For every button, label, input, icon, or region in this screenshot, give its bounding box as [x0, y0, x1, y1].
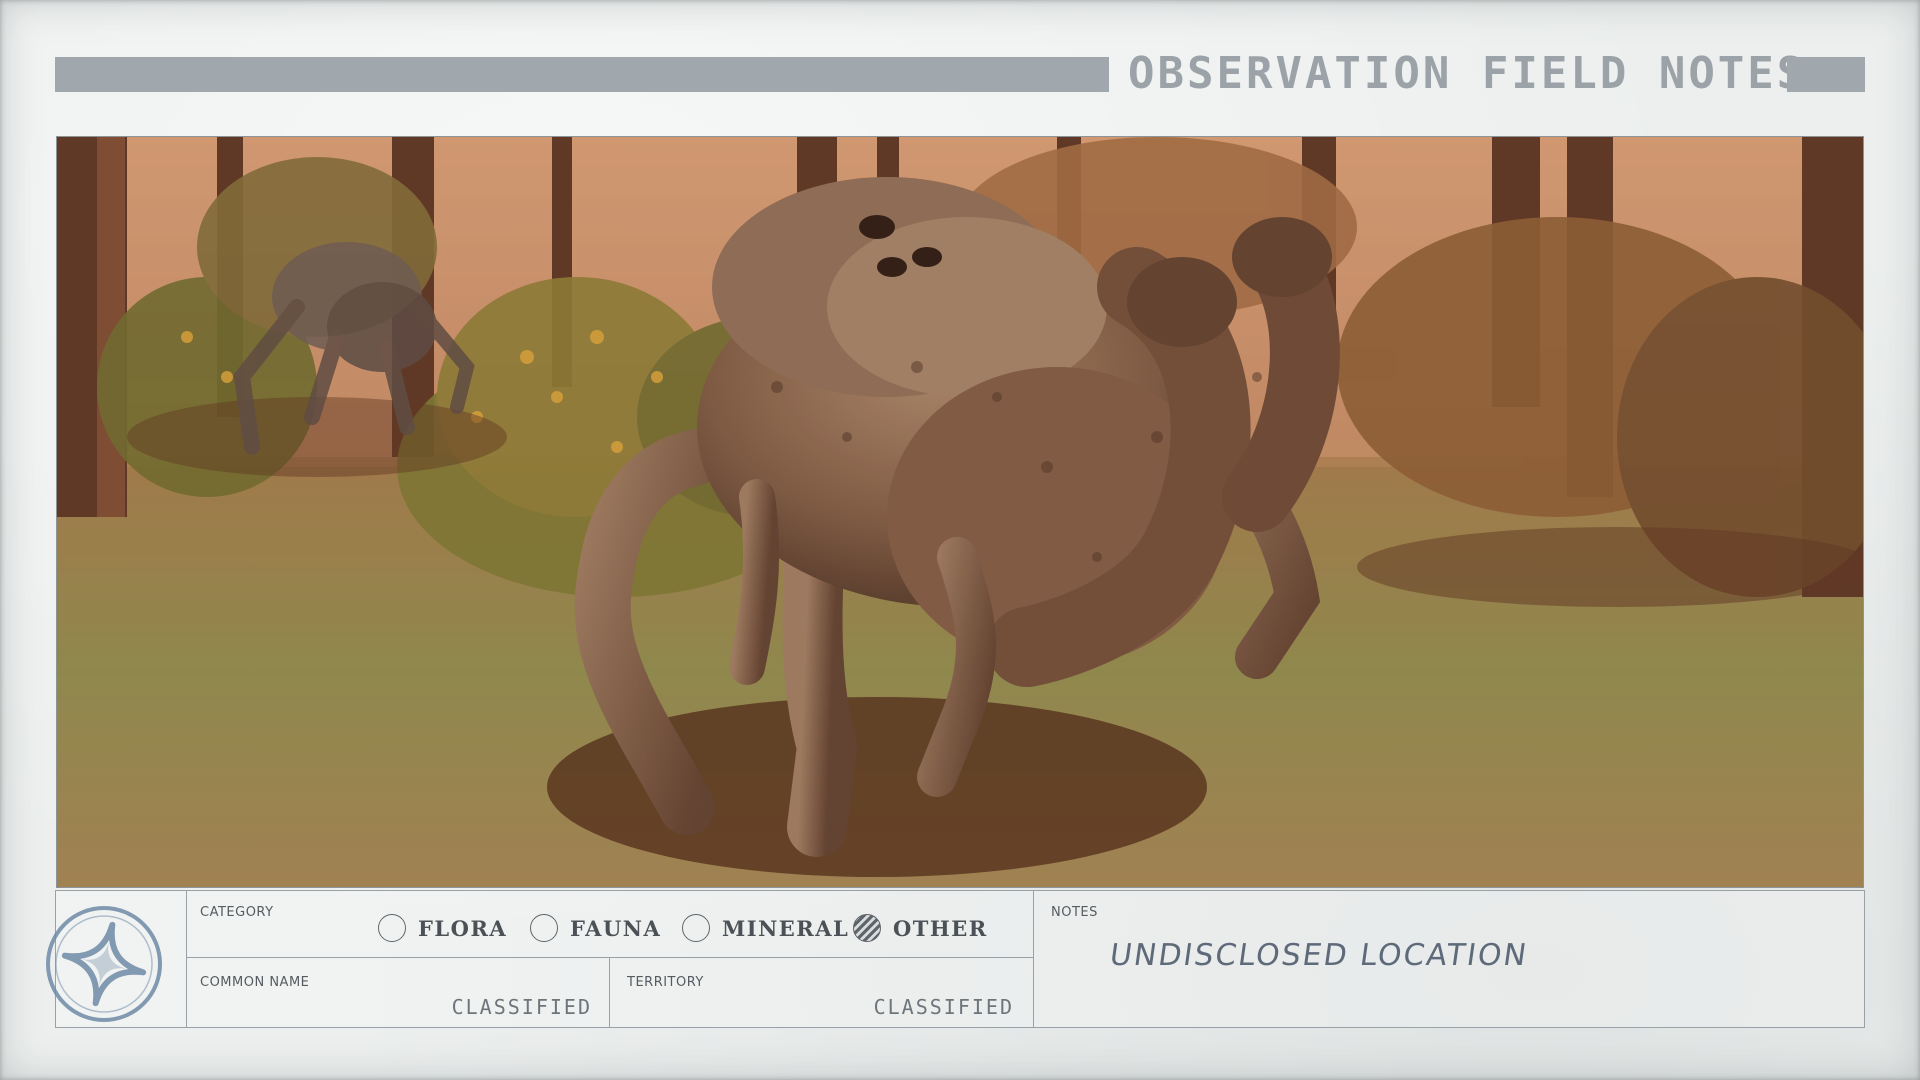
fauna-option-label: FAUNA [570, 915, 662, 941]
mineral-radio-icon[interactable] [682, 914, 710, 942]
territory-label: TERRITORY [627, 975, 704, 990]
other-radio-selected-icon[interactable] [853, 914, 881, 942]
creature-photo [56, 136, 1864, 888]
other-option-label: OTHER [893, 915, 988, 941]
category-option-flora[interactable]: FLORA [378, 912, 507, 944]
flora-option-label: FLORA [418, 915, 508, 941]
header-bar-right [1787, 57, 1865, 92]
notes-handwritten-text: UNDISCLOSED LOCATION [1107, 938, 1531, 973]
seal-divider [186, 890, 187, 1028]
category-option-fauna[interactable]: FAUNA [530, 912, 661, 944]
page-title: OBSERVATION FIELD NOTES [1128, 48, 1807, 99]
field-notes-card: OBSERVATION FIELD NOTES CATEGORY FLORA F… [0, 0, 1920, 1080]
star-compass-seal-icon [44, 904, 164, 1024]
common-name-label: COMMON NAME [200, 975, 310, 990]
header-bar-left [55, 57, 1109, 92]
fauna-radio-icon[interactable] [530, 914, 558, 942]
category-label: CATEGORY [200, 905, 274, 920]
territory-value: CLASSIFIED [873, 995, 1014, 1019]
notes-label: NOTES [1051, 905, 1098, 920]
flora-radio-icon[interactable] [378, 914, 406, 942]
category-option-mineral[interactable]: MINERAL [682, 912, 849, 944]
notes-divider [1033, 890, 1034, 1028]
mineral-option-label: MINERAL [722, 915, 850, 941]
category-option-other[interactable]: OTHER [853, 912, 988, 944]
name-territory-divider [609, 957, 610, 1028]
common-name-value: CLASSIFIED [451, 995, 592, 1019]
